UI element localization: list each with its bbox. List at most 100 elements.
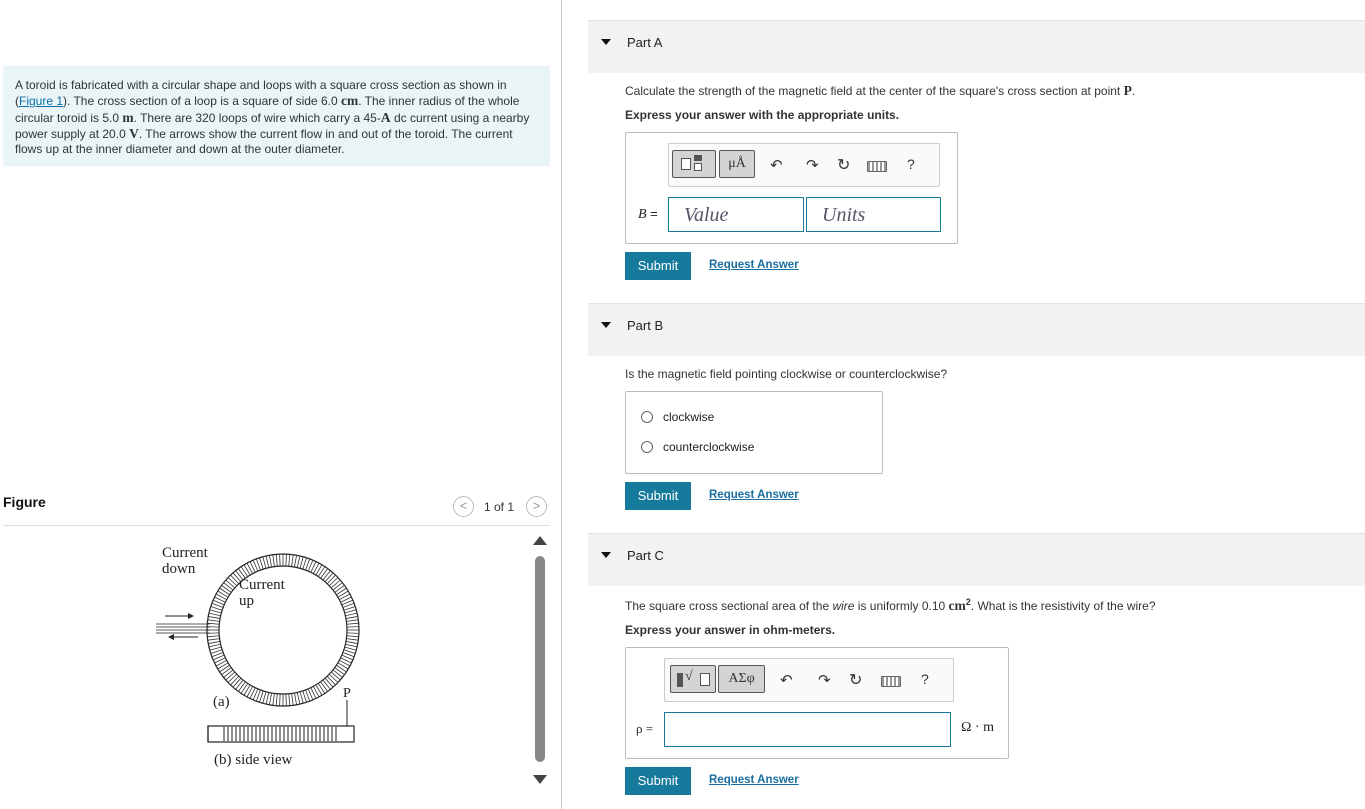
math-templates-icon (677, 673, 683, 687)
winding-line (221, 585, 232, 593)
winding-line (346, 619, 359, 622)
figure-next-button[interactable]: > (526, 496, 547, 517)
part-c-request-answer-link[interactable]: Request Answer (709, 774, 799, 786)
figure-link[interactable]: Figure 1 (19, 94, 63, 108)
winding-line (346, 635, 359, 638)
part-a-title: Part A (627, 35, 663, 50)
part-b-submit-button[interactable]: Submit (625, 482, 691, 510)
winding-line (219, 664, 230, 673)
winding-line (346, 632, 359, 634)
winding-line (337, 590, 349, 598)
unit-text: m (122, 109, 134, 125)
winding-line (346, 622, 359, 625)
winding-line (346, 626, 359, 628)
current-up-label: Current up (239, 577, 285, 609)
winding-line (279, 693, 281, 706)
reset-icon[interactable]: ↻ (849, 670, 862, 690)
scroll-down-arrow[interactable] (533, 775, 547, 784)
winding-line (243, 564, 251, 576)
problem-text: . There are 320 loops of wire which carr… (133, 110, 381, 125)
winding-line (330, 671, 341, 681)
math-templates-button[interactable]: √ (670, 665, 716, 693)
winding-line (230, 574, 240, 585)
part-a-header[interactable] (588, 20, 1365, 73)
winding-line (320, 681, 328, 692)
winding-line (345, 643, 358, 648)
winding-line (208, 641, 221, 644)
winding-line (320, 568, 328, 579)
winding-line (324, 572, 334, 583)
keyboard-icon[interactable] (881, 676, 901, 687)
winding-line (324, 677, 334, 688)
radio-counterclockwise[interactable] (641, 441, 653, 453)
figure-prev-button[interactable]: < (453, 496, 474, 517)
winding-line (337, 662, 349, 670)
part-a-submit-button[interactable]: Submit (625, 252, 691, 280)
winding-line (259, 690, 264, 703)
b-units-input[interactable]: Units (806, 197, 941, 232)
winding-line (334, 585, 345, 593)
winding-line (299, 691, 304, 704)
help-icon[interactable]: ? (907, 156, 915, 172)
winding-line (330, 579, 341, 589)
winding-line (344, 646, 357, 651)
option-counterclockwise-label[interactable]: counterclockwise (663, 440, 754, 454)
figure-divider (3, 525, 550, 526)
winding-line (210, 649, 223, 654)
winding-line (291, 693, 294, 706)
b-value-input[interactable]: Value (668, 197, 804, 232)
winding-line (332, 669, 343, 678)
winding-line (240, 566, 249, 577)
point-p-label: P (343, 686, 351, 701)
scroll-up-arrow[interactable] (533, 536, 547, 545)
units-button[interactable]: μÅ (719, 150, 755, 178)
winding-line (217, 662, 229, 670)
part-c-submit-button[interactable]: Submit (625, 767, 691, 795)
templates-button[interactable] (672, 150, 716, 178)
help-icon[interactable]: ? (921, 671, 929, 687)
view-b-label: (b) side view (214, 752, 293, 768)
winding-line (346, 638, 359, 641)
reset-icon[interactable]: ↻ (837, 155, 850, 175)
option-clockwise-label[interactable]: clockwise (663, 410, 714, 424)
part-a-request-answer-link[interactable]: Request Answer (709, 259, 799, 271)
part-c-answer-box: √ ΑΣφ ↶ ↷ ↻ ? ρ = Ω · m (625, 647, 1009, 759)
radio-clockwise[interactable] (641, 411, 653, 423)
redo-icon[interactable]: ↷ (806, 156, 819, 174)
part-b-request-answer-link[interactable]: Request Answer (709, 489, 799, 501)
collapse-triangle-icon[interactable] (601, 39, 611, 45)
winding-line (288, 554, 291, 567)
redo-icon[interactable]: ↷ (818, 671, 831, 689)
rho-value-input[interactable] (664, 712, 951, 747)
undo-icon[interactable]: ↶ (770, 156, 783, 174)
collapse-triangle-icon[interactable] (601, 322, 611, 328)
undo-icon[interactable]: ↶ (780, 671, 793, 689)
collapse-triangle-icon[interactable] (601, 552, 611, 558)
winding-line (207, 635, 220, 638)
greek-symbols-button[interactable]: ΑΣφ (718, 665, 765, 693)
winding-line (209, 646, 222, 651)
winding-line (345, 612, 358, 617)
winding-line (326, 574, 336, 585)
winding-line (302, 557, 307, 570)
keyboard-icon[interactable] (867, 161, 887, 172)
part-c-prompt: The square cross sectional area of the w… (625, 597, 1156, 613)
winding-line (272, 693, 275, 706)
winding-line (269, 692, 272, 705)
winding-line (207, 638, 220, 641)
winding-line (296, 692, 301, 705)
winding-line (208, 612, 221, 617)
figure-scrollbar[interactable] (535, 556, 545, 762)
problem-statement: A toroid is fabricated with a circular s… (3, 66, 550, 166)
winding-line (209, 609, 222, 614)
part-c-header[interactable] (588, 533, 1365, 586)
winding-line (208, 643, 221, 648)
winding-line (344, 609, 357, 614)
part-c-title: Part C (627, 548, 664, 563)
part-a-prompt: Calculate the strength of the magnetic f… (625, 83, 1136, 98)
winding-line (336, 587, 347, 596)
winding-line (219, 587, 230, 596)
part-b-header[interactable] (588, 303, 1365, 356)
winding-line (299, 556, 304, 569)
figure-heading: Figure (3, 494, 46, 510)
